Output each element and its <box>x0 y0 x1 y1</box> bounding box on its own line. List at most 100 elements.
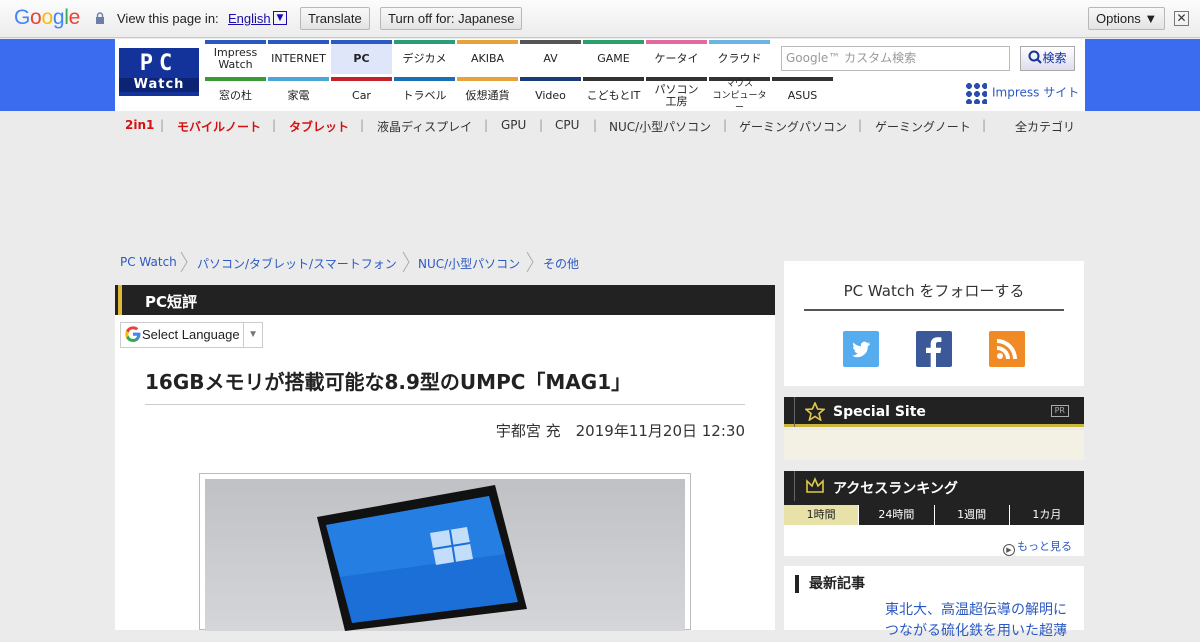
search-icon <box>1028 50 1043 64</box>
subnav-separator: | <box>360 118 365 132</box>
subnav-item-4[interactable]: GPU <box>501 118 526 132</box>
subnav-item-0[interactable]: 2in1 <box>125 118 154 132</box>
nav-item-top-0[interactable]: Impress Watch <box>205 40 266 74</box>
more-label: もっと見る <box>1017 540 1072 553</box>
pr-badge: PR <box>1050 405 1069 417</box>
nav-item-top-4[interactable]: AKIBA <box>457 40 518 74</box>
follow-divider <box>804 309 1064 311</box>
language-link[interactable]: English <box>228 11 271 26</box>
grid-icon <box>965 82 987 104</box>
ranking-header: アクセスランキング <box>784 471 1084 505</box>
breadcrumb-item-2[interactable]: NUC/小型パソコン <box>418 255 520 272</box>
pc-watch-logo[interactable]: PC Watch <box>119 48 199 96</box>
subnav-item-3[interactable]: 液晶ディスプレイ <box>377 118 472 135</box>
star-icon <box>805 402 825 421</box>
subnav-separator: | <box>593 118 598 132</box>
options-button[interactable]: Options ▼ <box>1088 7 1166 30</box>
chevron-down-icon: ▼ <box>243 323 258 347</box>
subnav-item-2[interactable]: タブレット <box>289 118 349 135</box>
latest-heading: 最新記事 <box>795 575 865 593</box>
ranking-tabs: 1時間 24時間 1週間 1カ月 <box>784 505 1084 525</box>
chevron-right-icon <box>180 251 188 273</box>
latest-article-link[interactable]: 東北大、高温超伝導の解明につながる硫化鉄を用いた超薄 <box>885 600 1075 642</box>
special-site-header: Special Site PR <box>784 397 1084 427</box>
special-site-area <box>784 430 1084 460</box>
close-icon[interactable]: ✕ <box>1174 11 1189 26</box>
subnav-separator: | <box>160 118 165 132</box>
crown-icon <box>806 477 824 493</box>
play-icon: ▶ <box>1003 544 1015 556</box>
title-divider <box>145 404 745 405</box>
nav-item-top-5[interactable]: AV <box>520 40 581 74</box>
nav-item-bottom-2[interactable]: Car <box>331 77 392 111</box>
view-page-label: View this page in: <box>117 11 219 26</box>
site-nav-grid: Impress Watch INTERNET PC デジカメ AKIBA AV GAME ケー… <box>205 40 835 113</box>
subnav-separator: | <box>858 118 863 132</box>
special-site-divider <box>794 397 795 427</box>
language-dropdown-icon[interactable]: ▼ <box>273 11 287 25</box>
logo-watch-text: Watch <box>119 78 199 92</box>
rss-icon[interactable] <box>989 331 1025 367</box>
google-logo: Google <box>14 6 80 29</box>
lock-icon <box>96 12 104 24</box>
breadcrumb-item-1[interactable]: パソコン/タブレット/スマートフォン <box>197 255 397 272</box>
subnav-item-7[interactable]: ゲーミングパソコン <box>739 118 847 135</box>
laptop-illustration <box>317 485 527 631</box>
logo-pc-text: PC <box>139 51 179 76</box>
turn-off-button[interactable]: Turn off for: Japanese <box>380 7 523 30</box>
search-button-label: 検索 <box>1042 51 1067 65</box>
nav-item-top-1[interactable]: INTERNET <box>268 40 329 74</box>
breadcrumb-item-0[interactable]: PC Watch <box>120 255 177 269</box>
ranking-divider <box>794 471 795 501</box>
breadcrumb-item-3[interactable]: その他 <box>543 255 579 272</box>
more-link[interactable]: ▶ もっと見る <box>1003 538 1072 556</box>
subnav-separator: | <box>539 118 544 132</box>
category-marker <box>118 285 122 315</box>
ranking-tab-2[interactable]: 1週間 <box>933 505 1009 525</box>
nav-item-bottom-6[interactable]: こどもとIT <box>583 77 644 111</box>
nav-item-top-2[interactable]: PC <box>331 40 392 74</box>
nav-item-bottom-0[interactable]: 窓の杜 <box>205 77 266 111</box>
category-title: PC短評 <box>145 293 198 311</box>
translate-button[interactable]: Translate <box>300 7 370 30</box>
translate-bar: Google View this page in: English ▼ Tran… <box>0 0 1200 38</box>
ranking-tab-1[interactable]: 24時間 <box>858 505 934 525</box>
nav-item-bottom-4[interactable]: 仮想通貨 <box>457 77 518 111</box>
all-categories-link[interactable]: 全カテゴリ <box>1015 118 1075 135</box>
ranking-tab-0[interactable]: 1時間 <box>784 505 859 525</box>
subnav-item-1[interactable]: モバイルノート <box>177 118 261 135</box>
nav-item-top-6[interactable]: GAME <box>583 40 644 74</box>
subnav-item-8[interactable]: ゲーミングノート <box>875 118 971 135</box>
nav-item-top-7[interactable]: ケータイ <box>646 40 707 74</box>
twitter-icon[interactable] <box>843 331 879 367</box>
subnav-separator: | <box>484 118 489 132</box>
nav-item-bottom-1[interactable]: 家電 <box>268 77 329 111</box>
nav-item-bottom-3[interactable]: トラベル <box>394 77 455 111</box>
google-g-icon <box>125 326 141 342</box>
impress-site-label: Impress サイト <box>992 85 1080 100</box>
nav-item-bottom-9[interactable]: ASUS <box>772 77 833 111</box>
nav-item-bottom-8[interactable]: マウス コンピューター <box>709 77 770 113</box>
impress-site-link[interactable]: Impress サイト <box>965 82 1079 104</box>
article-photo[interactable] <box>199 473 691 631</box>
article-title: 16GBメモリが搭載可能な8.9型のUMPC「MAG1」 <box>145 370 632 394</box>
nav-item-top-3[interactable]: デジカメ <box>394 40 455 74</box>
subnav-separator: | <box>982 118 987 132</box>
article-byline: 宇都宮 充 2019年11月20日 12:30 <box>495 422 745 440</box>
facebook-icon[interactable] <box>916 331 952 367</box>
subnav-separator: | <box>723 118 728 132</box>
special-site-title: Special Site <box>833 404 926 420</box>
search-input[interactable]: Google™ カスタム検索 <box>781 46 1010 71</box>
select-language-dropdown[interactable]: Select Language ▼ <box>120 322 263 348</box>
ranking-tab-3[interactable]: 1カ月 <box>1008 505 1084 525</box>
laptop-image <box>205 479 685 631</box>
category-bar: PC短評 <box>115 285 775 315</box>
subnav-item-6[interactable]: NUC/小型パソコン <box>609 118 711 135</box>
nav-item-top-8[interactable]: クラウド <box>709 40 770 74</box>
nav-item-bottom-7[interactable]: パソコン 工房 <box>646 77 707 111</box>
nav-item-bottom-5[interactable]: Video <box>520 77 581 111</box>
search-button[interactable]: 検索 <box>1020 46 1075 71</box>
subnav-item-5[interactable]: CPU <box>555 118 579 132</box>
ranking-title: アクセスランキング <box>833 481 958 497</box>
follow-title: PC Watch をフォローする <box>843 282 1025 300</box>
